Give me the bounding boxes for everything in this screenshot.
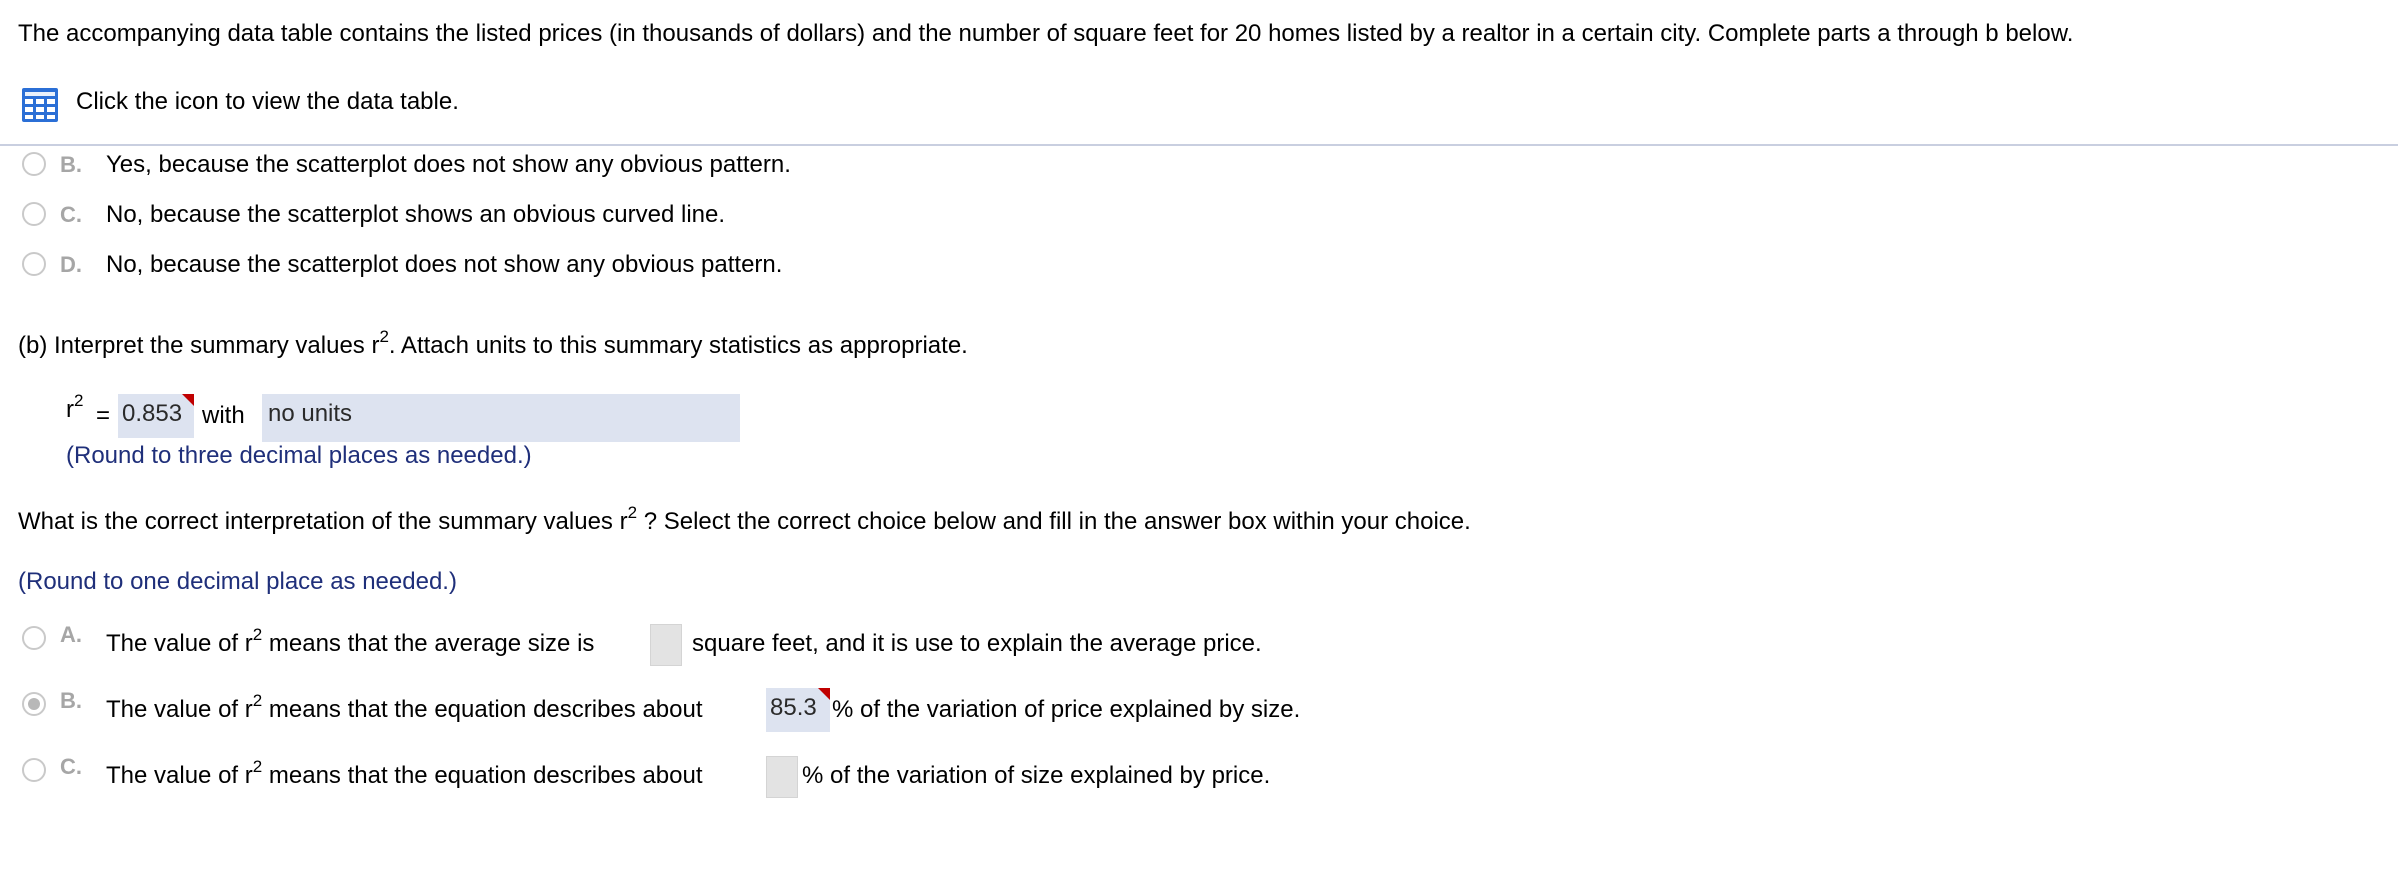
flag-icon	[818, 688, 830, 700]
equals-sign: =	[96, 402, 111, 429]
with-label: with	[202, 402, 245, 429]
part-b-prompt: (b) Interpret the summary values r2. Att…	[18, 327, 968, 359]
option-text-tail: square feet, and it is use to explain th…	[692, 630, 1262, 657]
round-hint-three: (Round to three decimal places as needed…	[66, 442, 532, 469]
option-text: Yes, because the scatterplot does not sh…	[106, 151, 791, 178]
percent-answer-box[interactable]: 85.3	[766, 688, 830, 732]
option-text: No, because the scatterplot does not sho…	[106, 251, 783, 278]
radio-option-a-d[interactable]	[22, 252, 46, 276]
radio-option-a-c[interactable]	[22, 202, 46, 226]
option-text: The value of r2 means that the equation …	[106, 757, 703, 789]
option-letter: C.	[60, 754, 82, 779]
option-letter: D.	[60, 252, 82, 277]
radio-interpretation-c[interactable]	[22, 758, 46, 782]
radio-interpretation-a[interactable]	[22, 626, 46, 650]
problem-intro: The accompanying data table contains the…	[18, 20, 2074, 47]
round-hint-one: (Round to one decimal place as needed.)	[18, 568, 457, 595]
option-letter: A.	[60, 622, 82, 647]
radio-option-a-b[interactable]	[22, 152, 46, 176]
radio-interpretation-b[interactable]	[22, 692, 46, 716]
r2-answer-box[interactable]: 0.853	[118, 394, 194, 438]
flag-icon	[182, 394, 194, 406]
option-text-tail: % of the variation of price explained by…	[832, 696, 1301, 723]
r2-label: r2	[66, 391, 84, 423]
units-answer-box[interactable]: no units	[262, 394, 740, 442]
percent-size-input[interactable]	[766, 756, 798, 798]
option-text: No, because the scatterplot shows an obv…	[106, 201, 726, 228]
option-letter: C.	[60, 202, 82, 227]
data-table-link-text: Click the icon to view the data table.	[76, 88, 459, 115]
option-text: The value of r2 means that the average s…	[106, 625, 595, 657]
option-letter: B.	[60, 688, 82, 713]
option-letter: B.	[60, 152, 82, 177]
option-text-tail: % of the variation of size explained by …	[802, 762, 1271, 789]
interpretation-question: What is the correct interpretation of th…	[18, 503, 1471, 535]
section-divider	[0, 144, 2398, 146]
option-text: The value of r2 means that the equation …	[106, 691, 703, 723]
average-size-input[interactable]	[650, 624, 682, 666]
table-icon[interactable]	[22, 88, 58, 122]
